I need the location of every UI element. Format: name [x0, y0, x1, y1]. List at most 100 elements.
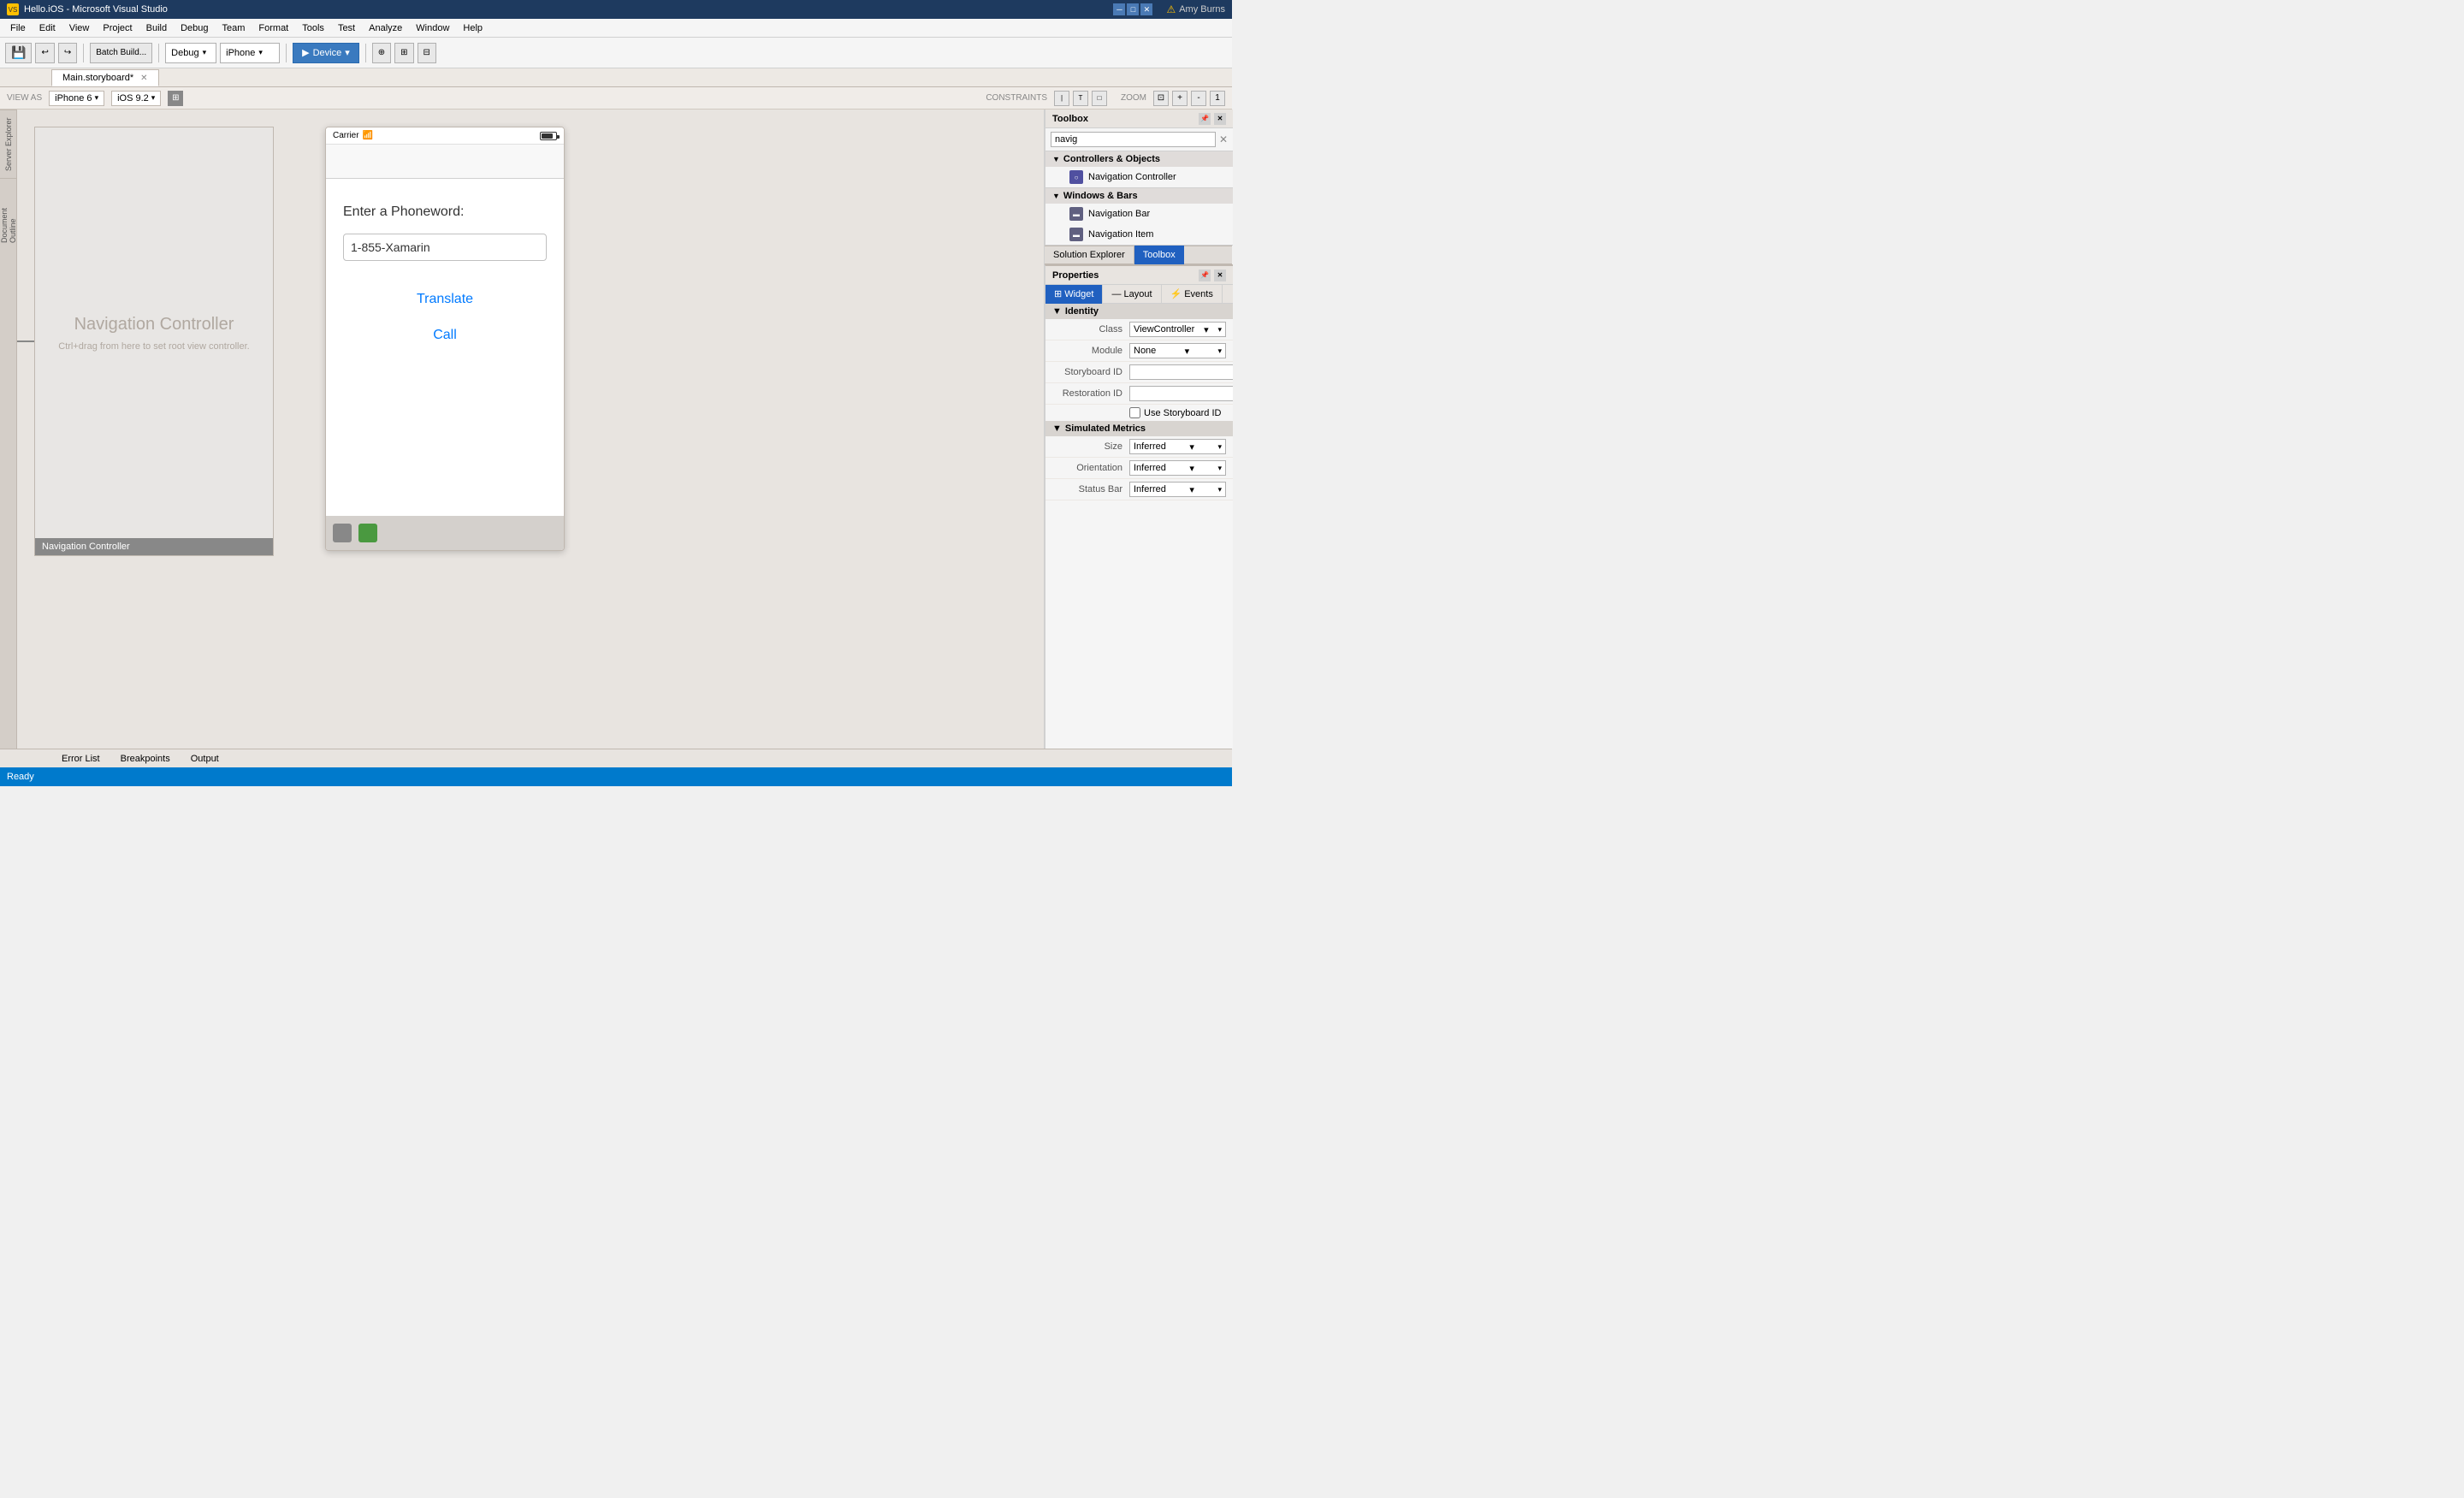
- tab-toolbox[interactable]: Toolbox: [1134, 246, 1184, 264]
- toolbox-title-bar: Toolbox 📌 ✕: [1045, 110, 1233, 128]
- identity-section-header[interactable]: ▼ Identity: [1045, 304, 1233, 319]
- toolbox-close-btn[interactable]: ✕: [1214, 113, 1226, 125]
- toolbox-search-clear[interactable]: ✕: [1219, 133, 1228, 145]
- menu-project[interactable]: Project: [96, 21, 139, 35]
- nav-bar-icon: ▬: [1069, 207, 1083, 221]
- menu-team[interactable]: Team: [216, 21, 252, 35]
- props-pin-btn[interactable]: 📌: [1199, 269, 1211, 281]
- constraint-btn-3[interactable]: □: [1092, 91, 1107, 106]
- orientation-label: Orientation: [1052, 463, 1129, 473]
- status-bar-dropdown[interactable]: Inferred ▾: [1129, 482, 1226, 497]
- play-btn[interactable]: ▶ Device ▾: [293, 43, 359, 63]
- iphone-content: Enter a Phoneword: 1-855-Xamarin Transla…: [326, 179, 564, 379]
- platform-dropdown[interactable]: iPhone: [220, 43, 280, 63]
- menu-edit[interactable]: Edit: [33, 21, 62, 35]
- redo-btn[interactable]: ↪: [58, 43, 77, 63]
- toolbox-pin-btn[interactable]: 📌: [1199, 113, 1211, 125]
- sidebar-tab-document-outline[interactable]: Document Outline: [0, 178, 17, 246]
- menu-window[interactable]: Window: [409, 21, 456, 35]
- size-dropdown[interactable]: Inferred ▾: [1129, 439, 1226, 454]
- tab-layout[interactable]: — Layout: [1103, 285, 1161, 304]
- storyboard-id-label: Storyboard ID: [1052, 367, 1129, 377]
- batch-build-btn[interactable]: Batch Build...: [90, 43, 152, 63]
- debug-config-dropdown[interactable]: Debug: [165, 43, 216, 63]
- menu-build[interactable]: Build: [139, 21, 174, 35]
- bottom-tab-error-list[interactable]: Error List: [51, 749, 110, 768]
- iphone-screen[interactable]: Carrier 📶 Enter a Phoneword: 1-855-Xamar…: [325, 127, 565, 551]
- simulated-metrics-header[interactable]: ▼ Simulated Metrics: [1045, 421, 1233, 436]
- tab-close-icon[interactable]: ✕: [140, 74, 147, 83]
- phoneword-input[interactable]: 1-855-Xamarin: [343, 234, 547, 261]
- save-all-btn[interactable]: 💾: [5, 43, 32, 63]
- toolbox-section-windows-header[interactable]: ▼ Windows & Bars: [1045, 188, 1233, 204]
- bottom-tab-breakpoints[interactable]: Breakpoints: [110, 749, 181, 768]
- expand-icon: ▼: [1052, 155, 1060, 163]
- tab-main-storyboard[interactable]: Main.storyboard* ✕: [51, 69, 159, 86]
- zoom-actual-btn[interactable]: 1: [1210, 91, 1225, 106]
- module-dropdown[interactable]: None ▾: [1129, 343, 1226, 358]
- nav-controller-box[interactable]: Navigation Controller Ctrl+drag from her…: [34, 127, 274, 556]
- menu-view[interactable]: View: [62, 21, 97, 35]
- sidebar-tab-server-explorer[interactable]: Server Explorer: [0, 110, 17, 178]
- close-btn[interactable]: ✕: [1140, 3, 1152, 15]
- simulated-metrics-label: Simulated Metrics: [1065, 423, 1146, 434]
- device-label: iPhone 6: [55, 93, 92, 104]
- ios-dropdown[interactable]: iOS 9.2: [111, 91, 161, 106]
- constraint-btn-1[interactable]: |: [1054, 91, 1069, 106]
- storyboard-id-input[interactable]: [1129, 364, 1233, 380]
- toolbox-item-nav-controller[interactable]: ○ Navigation Controller: [1045, 167, 1233, 187]
- section-label-windows: Windows & Bars: [1063, 191, 1138, 201]
- toolbox-panel: Toolbox 📌 ✕ ✕ ▼ Controllers & Objects ○ …: [1045, 110, 1233, 246]
- minimize-btn[interactable]: ─: [1113, 3, 1125, 15]
- restore-btn[interactable]: □: [1127, 3, 1139, 15]
- call-button[interactable]: Call: [343, 317, 547, 353]
- toolbox-item-nav-bar[interactable]: ▬ Navigation Bar: [1045, 204, 1233, 224]
- tb-btn-extra1[interactable]: ⊕: [372, 43, 391, 63]
- zoom-out-btn[interactable]: -: [1191, 91, 1206, 106]
- props-row-restoration-id: Restoration ID: [1045, 383, 1233, 405]
- tab-solution-explorer[interactable]: Solution Explorer: [1045, 246, 1134, 264]
- restoration-id-input[interactable]: [1129, 386, 1233, 401]
- tb-btn-extra2[interactable]: ⊞: [394, 43, 413, 63]
- toolbox-search-input[interactable]: [1051, 132, 1216, 147]
- toolbox-section-controllers-header[interactable]: ▼ Controllers & Objects: [1045, 151, 1233, 167]
- tb-btn-extra3[interactable]: ⊟: [418, 43, 436, 63]
- size-label: Size: [1052, 441, 1129, 452]
- orientation-dropdown[interactable]: Inferred ▾: [1129, 460, 1226, 476]
- view-bar: VIEW AS iPhone 6 iOS 9.2 ⊞ CONSTRAINTS |…: [0, 87, 1232, 110]
- zoom-fit-btn[interactable]: ⊡: [1153, 91, 1169, 106]
- identity-section: ▼ Identity Class ViewController ▾ Module…: [1045, 304, 1233, 421]
- menu-file[interactable]: File: [3, 21, 33, 35]
- bottom-tab-output[interactable]: Output: [181, 749, 229, 768]
- undo-btn[interactable]: ↩: [35, 43, 54, 63]
- use-storyboard-checkbox[interactable]: [1129, 407, 1140, 418]
- props-row-storyboard-id: Storyboard ID: [1045, 362, 1233, 383]
- menu-test[interactable]: Test: [331, 21, 362, 35]
- app-icon: VS: [7, 3, 19, 15]
- status-bar: Ready: [0, 767, 1232, 786]
- battery-icon: [540, 132, 557, 140]
- identity-label: Identity: [1065, 306, 1099, 317]
- translate-button[interactable]: Translate: [343, 281, 547, 317]
- properties-title: Properties: [1052, 270, 1099, 281]
- nav-controller-label: Navigation Controller: [1088, 172, 1176, 182]
- menu-tools[interactable]: Tools: [295, 21, 331, 35]
- play-label: Device: [313, 48, 342, 58]
- view-as-label: VIEW AS: [7, 93, 42, 103]
- menu-analyze[interactable]: Analyze: [362, 21, 409, 35]
- zoom-in-btn[interactable]: +: [1172, 91, 1188, 106]
- left-sidebar: Server Explorer Document Outline: [0, 110, 17, 749]
- device-dropdown[interactable]: iPhone 6: [49, 91, 104, 106]
- tab-events[interactable]: ⚡ Events: [1162, 285, 1223, 304]
- props-close-btn[interactable]: ✕: [1214, 269, 1226, 281]
- menu-format[interactable]: Format: [252, 21, 295, 35]
- menu-debug[interactable]: Debug: [174, 21, 215, 35]
- toolbox-item-nav-item[interactable]: ▬ Navigation Item: [1045, 224, 1233, 245]
- menu-help[interactable]: Help: [456, 21, 489, 35]
- size-chevron: ▾: [1189, 441, 1194, 453]
- class-dropdown[interactable]: ViewController ▾: [1129, 322, 1226, 337]
- sep1: [83, 44, 84, 62]
- constraint-btn-2[interactable]: T: [1073, 91, 1088, 106]
- view-btn-extra[interactable]: ⊞: [168, 91, 183, 106]
- tab-widget[interactable]: ⊞ Widget: [1045, 285, 1103, 304]
